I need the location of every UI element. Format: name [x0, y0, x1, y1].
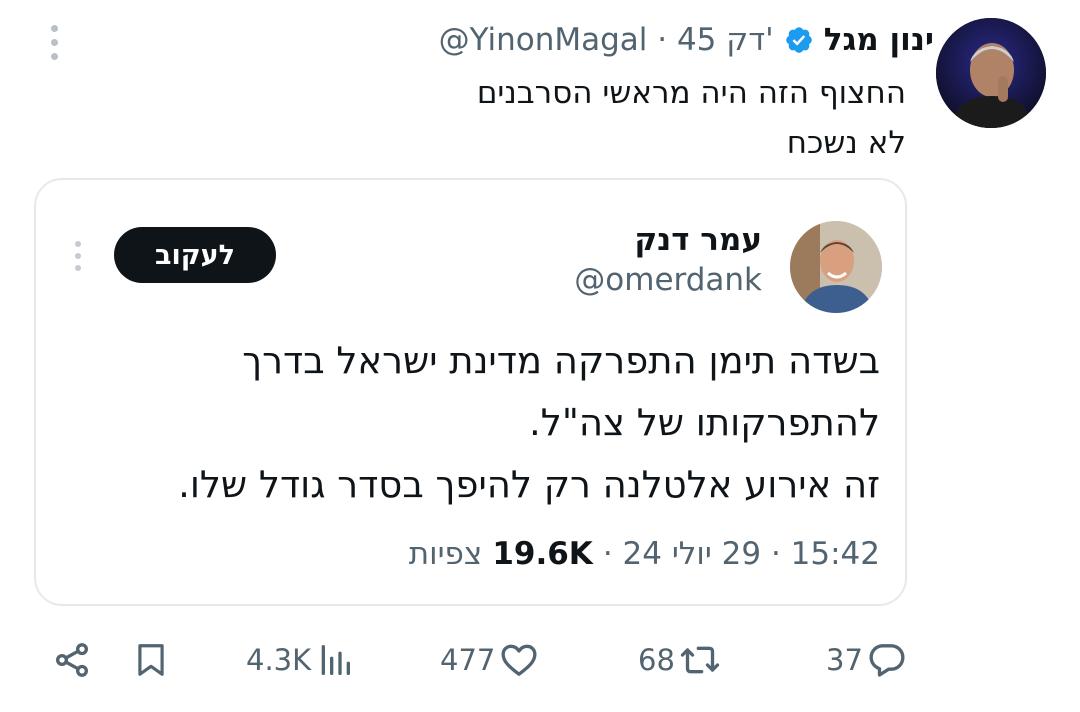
follow-button[interactable]: לעקוב [114, 227, 276, 283]
dot [50, 24, 58, 32]
author-name[interactable]: ינון מגל [824, 22, 934, 58]
reply-count: 37 [826, 643, 863, 677]
share-button[interactable] [52, 636, 92, 684]
views-count: 4.3K [246, 643, 312, 677]
tweet-more-icon[interactable] [40, 22, 68, 62]
reply-button[interactable]: 37 [826, 636, 907, 684]
dot [75, 253, 81, 259]
quoted-author-handle[interactable]: @omerdank [574, 262, 762, 298]
bookmark-button[interactable] [132, 636, 170, 684]
author-avatar[interactable] [936, 18, 1046, 128]
repost-button[interactable]: 68 [638, 636, 721, 684]
quoted-author-avatar[interactable] [790, 221, 882, 313]
like-icon [499, 640, 539, 680]
quoted-views-count: 19.6K [492, 536, 593, 572]
repost-count: 68 [638, 643, 675, 677]
dot [50, 38, 58, 46]
dot [75, 265, 81, 271]
like-button[interactable]: 477 [440, 636, 539, 684]
author-meta: @YinonMagal · 45 דק' [438, 22, 774, 58]
quoted-time-date[interactable]: 15:42 · 29 יולי 24 · [603, 536, 880, 572]
quoted-author-name[interactable]: עמר דנק [634, 222, 762, 258]
views-button[interactable]: 4.3K [246, 636, 355, 684]
dot [50, 52, 58, 60]
quoted-more-icon[interactable] [66, 236, 90, 276]
quoted-views-label: צפיות [408, 536, 483, 572]
like-count: 477 [440, 643, 496, 677]
quoted-tweet-meta: 15:42 · 29 יולי 24 · 19.6K צפיות [409, 536, 880, 572]
quoted-tweet-text: בשדה תימן התפרקה מדינת ישראל בדרך להתפרק… [178, 339, 880, 506]
tweet-author-row: ינון מגל @YinonMagal · 45 דק' [439, 18, 934, 62]
share-icon [52, 640, 92, 680]
dot [75, 241, 81, 247]
repost-icon [679, 640, 721, 680]
tweet-text: החצוף הזה היה מראשי הסרבנים לא נשכח [476, 75, 906, 161]
verified-icon [784, 25, 814, 55]
bookmark-icon [132, 640, 170, 680]
views-icon [315, 640, 355, 680]
reply-icon [867, 640, 907, 680]
